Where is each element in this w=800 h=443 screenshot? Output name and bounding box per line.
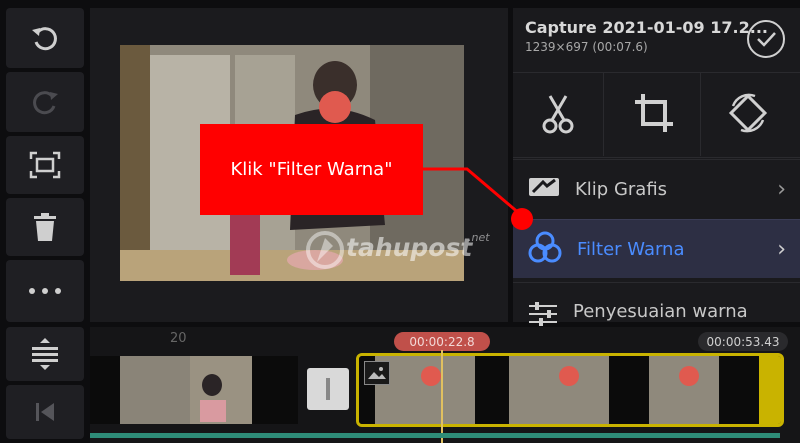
- clip-type-icon: [364, 361, 390, 385]
- timeline-clip-selected[interactable]: [356, 353, 784, 427]
- callout-box: Klik "Filter Warna": [200, 124, 423, 215]
- total-duration: 00:00:53.43: [698, 332, 788, 351]
- ruler-label: 20: [170, 331, 187, 346]
- timeline-clip-previous[interactable]: [90, 356, 298, 424]
- transition-button[interactable]: [307, 368, 349, 410]
- audio-track-bar: [90, 433, 780, 438]
- playhead-timecode: 00:00:22.8: [394, 332, 490, 351]
- playhead[interactable]: [441, 350, 443, 443]
- transition-icon: [326, 378, 330, 400]
